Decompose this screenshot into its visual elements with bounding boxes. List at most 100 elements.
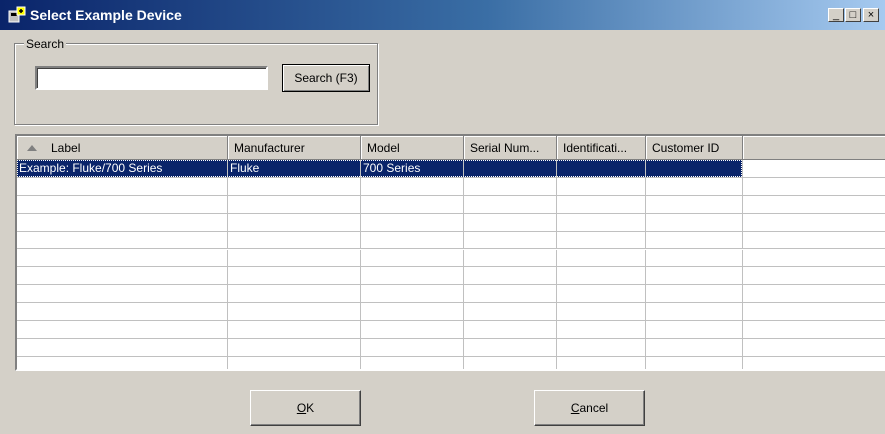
table-cell [743,214,885,231]
device-list[interactable]: Label Manufacturer Model Serial Num... I… [15,134,885,371]
table-cell [646,285,743,303]
table-row[interactable] [17,303,885,322]
table-cell [557,267,646,285]
table-cell [464,249,557,267]
table-cell [557,356,646,369]
table-cell [228,213,361,231]
table-cell [228,249,361,267]
table-cell [646,303,743,321]
table-row[interactable] [17,285,885,304]
table-cell [228,267,361,285]
table-cell [228,303,361,321]
table-cell [557,177,646,195]
table-cell [743,267,885,284]
table-cell [646,321,743,338]
table-row[interactable] [17,267,885,286]
close-button[interactable]: × [863,8,879,22]
table-cell [557,321,646,338]
table-cell [646,339,743,356]
table-row[interactable] [17,249,885,268]
column-header-manufacturer[interactable]: Manufacturer [228,136,361,160]
column-header-filler [743,136,885,160]
table-cell [557,160,646,177]
column-header-serial-number[interactable]: Serial Num... [464,136,557,160]
table-cell [557,231,646,249]
table-cell [743,196,885,213]
table-cell [464,321,557,338]
table-cell [361,303,464,321]
table-cell [743,160,885,177]
column-header-identification[interactable]: Identificati... [557,136,646,160]
table-cell [464,160,557,177]
table-cell [17,249,228,267]
table-cell [228,195,361,213]
search-group-label: Search [24,37,67,51]
table-cell [646,267,743,285]
table-cell [646,177,743,195]
title-bar[interactable]: Select Example Device _ □ × [0,0,885,30]
column-header-model[interactable]: Model [361,136,464,160]
search-input[interactable] [35,66,268,90]
table-cell [464,195,557,213]
table-cell [743,357,885,369]
table-cell [17,285,228,303]
table-cell [361,177,464,195]
table-row[interactable] [17,213,885,232]
table-cell [743,303,885,320]
device-app-icon [8,6,26,23]
table-cell [17,213,228,231]
table-cell [557,285,646,303]
table-cell [361,267,464,285]
table-cell [17,195,228,213]
table-cell [17,321,228,338]
column-header-customer-id[interactable]: Customer ID [646,136,743,160]
table-cell [464,177,557,195]
table-row[interactable]: Example: Fluke/700 Series Fluke 700 Series [17,160,885,178]
table-cell [557,249,646,267]
table-cell [361,249,464,267]
table-cell: Example: Fluke/700 Series [17,160,228,177]
table-cell [743,339,885,356]
table-cell [464,285,557,303]
table-cell [17,356,228,369]
cancel-button[interactable]: Cancel [534,390,645,426]
table-cell [361,285,464,303]
table-cell [646,213,743,231]
table-cell [361,195,464,213]
search-button[interactable]: Search (F3) [282,64,370,92]
table-cell [743,232,885,249]
table-cell [228,356,361,369]
table-cell [464,303,557,321]
table-cell [464,213,557,231]
table-cell [464,356,557,369]
table-cell [361,231,464,249]
table-row[interactable] [17,321,885,339]
table-cell [646,195,743,213]
table-cell [228,321,361,338]
table-cell [17,267,228,285]
table-cell [557,339,646,356]
table-cell [557,213,646,231]
table-row[interactable] [17,356,885,369]
table-cell [557,303,646,321]
table-cell [557,195,646,213]
minimize-button[interactable]: _ [828,8,844,22]
table-cell [743,321,885,338]
table-cell [17,231,228,249]
table-cell [646,356,743,369]
table-row[interactable] [17,231,885,250]
table-cell [228,231,361,249]
table-cell [361,213,464,231]
table-cell [361,339,464,356]
table-cell: 700 Series [361,160,464,177]
ok-button[interactable]: OK [250,390,361,426]
table-row[interactable] [17,195,885,214]
table-cell [464,231,557,249]
table-cell: Fluke [228,160,361,177]
table-cell [17,177,228,195]
table-row[interactable] [17,177,885,196]
column-header-label[interactable]: Label [17,136,228,160]
sort-ascending-icon [27,145,37,152]
table-row[interactable] [17,339,885,357]
maximize-button[interactable]: □ [845,8,861,22]
